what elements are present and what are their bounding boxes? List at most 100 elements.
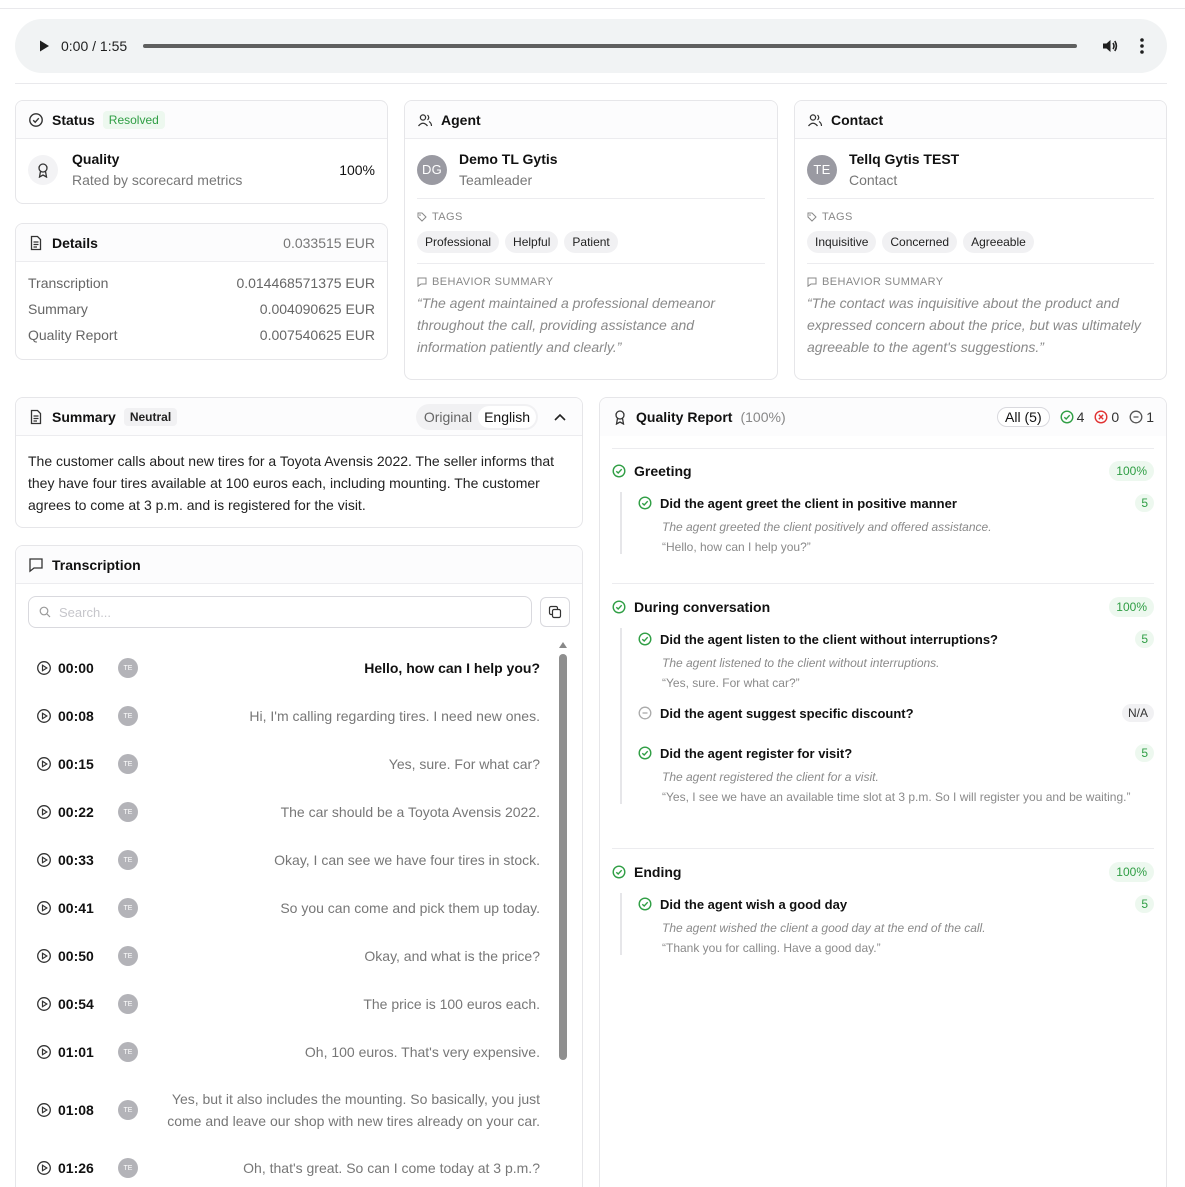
play-circle-icon[interactable] xyxy=(36,948,52,964)
transcript-row: 00:00 TE Hello, how can I help you? xyxy=(28,644,540,692)
scroll-up-icon[interactable] xyxy=(559,642,567,648)
award-icon xyxy=(28,154,58,185)
details-total: 0.033515 EUR xyxy=(283,234,375,251)
users-icon xyxy=(417,113,433,126)
utterance: Okay, and what is the price? xyxy=(364,948,540,964)
agent-behavior-summary: “The agent maintained a professional dem… xyxy=(417,295,716,355)
player-time: 0:00 / 1:55 xyxy=(61,38,128,54)
contact-behavior-label: BEHAVIOR SUMMARY xyxy=(795,276,1166,288)
status-badge: Resolved xyxy=(102,110,165,129)
transcript-row: 00:50 TE Okay, and what is the price? xyxy=(28,932,540,980)
language-toggle: Original English xyxy=(415,403,538,430)
quality-report-header: Quality Report (100%) All (5) 4 0 1 xyxy=(600,398,1166,436)
filter-all[interactable]: All (5) xyxy=(997,407,1050,427)
audio-player[interactable]: 0:00 / 1:55 xyxy=(15,19,1167,73)
play-circle-icon[interactable] xyxy=(36,756,52,772)
quality-sub: Rated by scorecard metrics xyxy=(72,172,243,188)
item-quote: “Thank you for calling. Have a good day.… xyxy=(662,941,881,955)
quality-report-card: Quality Report (100%) All (5) 4 0 1 Gree… xyxy=(599,397,1167,1187)
tag: Concerned xyxy=(882,231,958,253)
agent-person: DG Demo TL Gytis Teamleader xyxy=(405,139,777,198)
speaker-avatar: TE xyxy=(118,658,138,678)
item-quote: “Yes, I see we have an available time sl… xyxy=(662,790,1131,804)
play-circle-icon[interactable] xyxy=(36,708,52,724)
progress-slider[interactable] xyxy=(143,44,1077,48)
agent-header: Agent xyxy=(405,101,777,139)
play-circle-icon[interactable] xyxy=(36,996,52,1012)
timestamp: 00:50 xyxy=(58,948,94,964)
avatar: DG xyxy=(417,154,447,185)
tag: Inquisitive xyxy=(807,231,877,253)
detail-label: Quality Report xyxy=(28,327,118,343)
play-circle-icon[interactable] xyxy=(36,1044,52,1060)
volume-icon[interactable] xyxy=(1099,35,1121,57)
section-score: 100% xyxy=(1109,862,1154,882)
timestamp: 01:26 xyxy=(58,1160,94,1176)
section-during-conversation: During conversation 100% Did the agent l… xyxy=(612,594,1154,816)
utterance: Hi, I'm calling regarding tires. I need … xyxy=(249,708,540,724)
copy-button[interactable] xyxy=(540,597,570,627)
timestamp: 01:01 xyxy=(58,1044,94,1060)
search-input[interactable] xyxy=(59,604,509,620)
quality-item[interactable]: Did the agent listen to the client witho… xyxy=(638,628,1154,690)
toggle-english[interactable]: English xyxy=(478,405,536,428)
quality-item[interactable]: Did the agent register for visit? 5 The … xyxy=(638,742,1154,804)
agent-name: Demo TL Gytis xyxy=(459,151,558,167)
speaker-avatar: TE xyxy=(118,802,138,822)
speaker-avatar: TE xyxy=(118,850,138,870)
quality-report-title: Quality Report xyxy=(636,409,733,425)
question: Did the agent register for visit? xyxy=(660,745,853,761)
agent-title: Agent xyxy=(441,111,481,128)
details-card: Details 0.033515 EUR Transcription 0.014… xyxy=(15,223,388,360)
filter-fail[interactable]: 0 xyxy=(1094,409,1119,425)
section-title: During conversation xyxy=(634,599,771,615)
item-score: 5 xyxy=(1135,744,1154,762)
contact-header: Contact xyxy=(795,101,1166,139)
check-circle-icon xyxy=(612,464,626,478)
scrollbar[interactable] xyxy=(557,640,569,1187)
copy-icon xyxy=(548,605,562,619)
timestamp: 00:00 xyxy=(58,660,94,676)
top-divider xyxy=(0,8,1185,9)
toggle-original[interactable]: Original xyxy=(418,406,478,428)
tag: Helpful xyxy=(505,231,559,253)
sentiment-badge: Neutral xyxy=(123,407,178,426)
utterance: The car should be a Toyota Avensis 2022. xyxy=(280,804,540,820)
contact-role: Contact xyxy=(849,172,898,188)
behavior-label-text: BEHAVIOR SUMMARY xyxy=(432,276,554,288)
play-circle-icon[interactable] xyxy=(36,1160,52,1176)
check-circle-icon xyxy=(638,897,652,911)
play-circle-icon[interactable] xyxy=(36,804,52,820)
message-square-icon xyxy=(29,557,43,573)
filter-pass[interactable]: 4 xyxy=(1060,409,1084,425)
quality-value: 100% xyxy=(339,161,375,178)
transcript-row: 01:08 TE Yes, but it also includes the m… xyxy=(28,1076,540,1144)
status-card: Status Resolved Quality Rated by scoreca… xyxy=(15,100,388,204)
quality-item[interactable]: Did the agent greet the client in positi… xyxy=(638,492,1154,554)
filter-na[interactable]: 1 xyxy=(1129,409,1154,425)
transcription-header: Transcription xyxy=(16,546,582,584)
item-description: The agent greeted the client positively … xyxy=(662,520,992,534)
play-circle-icon[interactable] xyxy=(36,660,52,676)
tag: Agreeable xyxy=(963,231,1034,253)
speaker-avatar: TE xyxy=(118,1042,138,1062)
section-title: Ending xyxy=(634,864,682,880)
play-circle-icon[interactable] xyxy=(36,852,52,868)
search-field[interactable] xyxy=(28,596,532,628)
transcription-list: 00:00 TE Hello, how can I help you? 00:0… xyxy=(28,644,540,1187)
scroll-thumb[interactable] xyxy=(559,654,567,1060)
speaker-avatar: TE xyxy=(118,706,138,726)
item-score: 5 xyxy=(1135,895,1154,913)
chevron-up-icon[interactable] xyxy=(550,407,570,427)
details-header: Details 0.033515 EUR xyxy=(16,224,387,262)
more-options-icon[interactable] xyxy=(1131,35,1153,57)
document-icon xyxy=(30,409,42,424)
quality-item[interactable]: Did the agent suggest specific discount?… xyxy=(638,702,1154,724)
speaker-avatar: TE xyxy=(118,754,138,774)
play-circle-icon[interactable] xyxy=(36,1102,52,1118)
section-ending: Ending 100% Did the agent wish a good da… xyxy=(612,859,1154,967)
transcript-row: 00:54 TE The price is 100 euros each. xyxy=(28,980,540,1028)
quality-item[interactable]: Did the agent wish a good day 5 The agen… xyxy=(638,893,1154,955)
play-icon[interactable] xyxy=(35,37,53,55)
play-circle-icon[interactable] xyxy=(36,900,52,916)
